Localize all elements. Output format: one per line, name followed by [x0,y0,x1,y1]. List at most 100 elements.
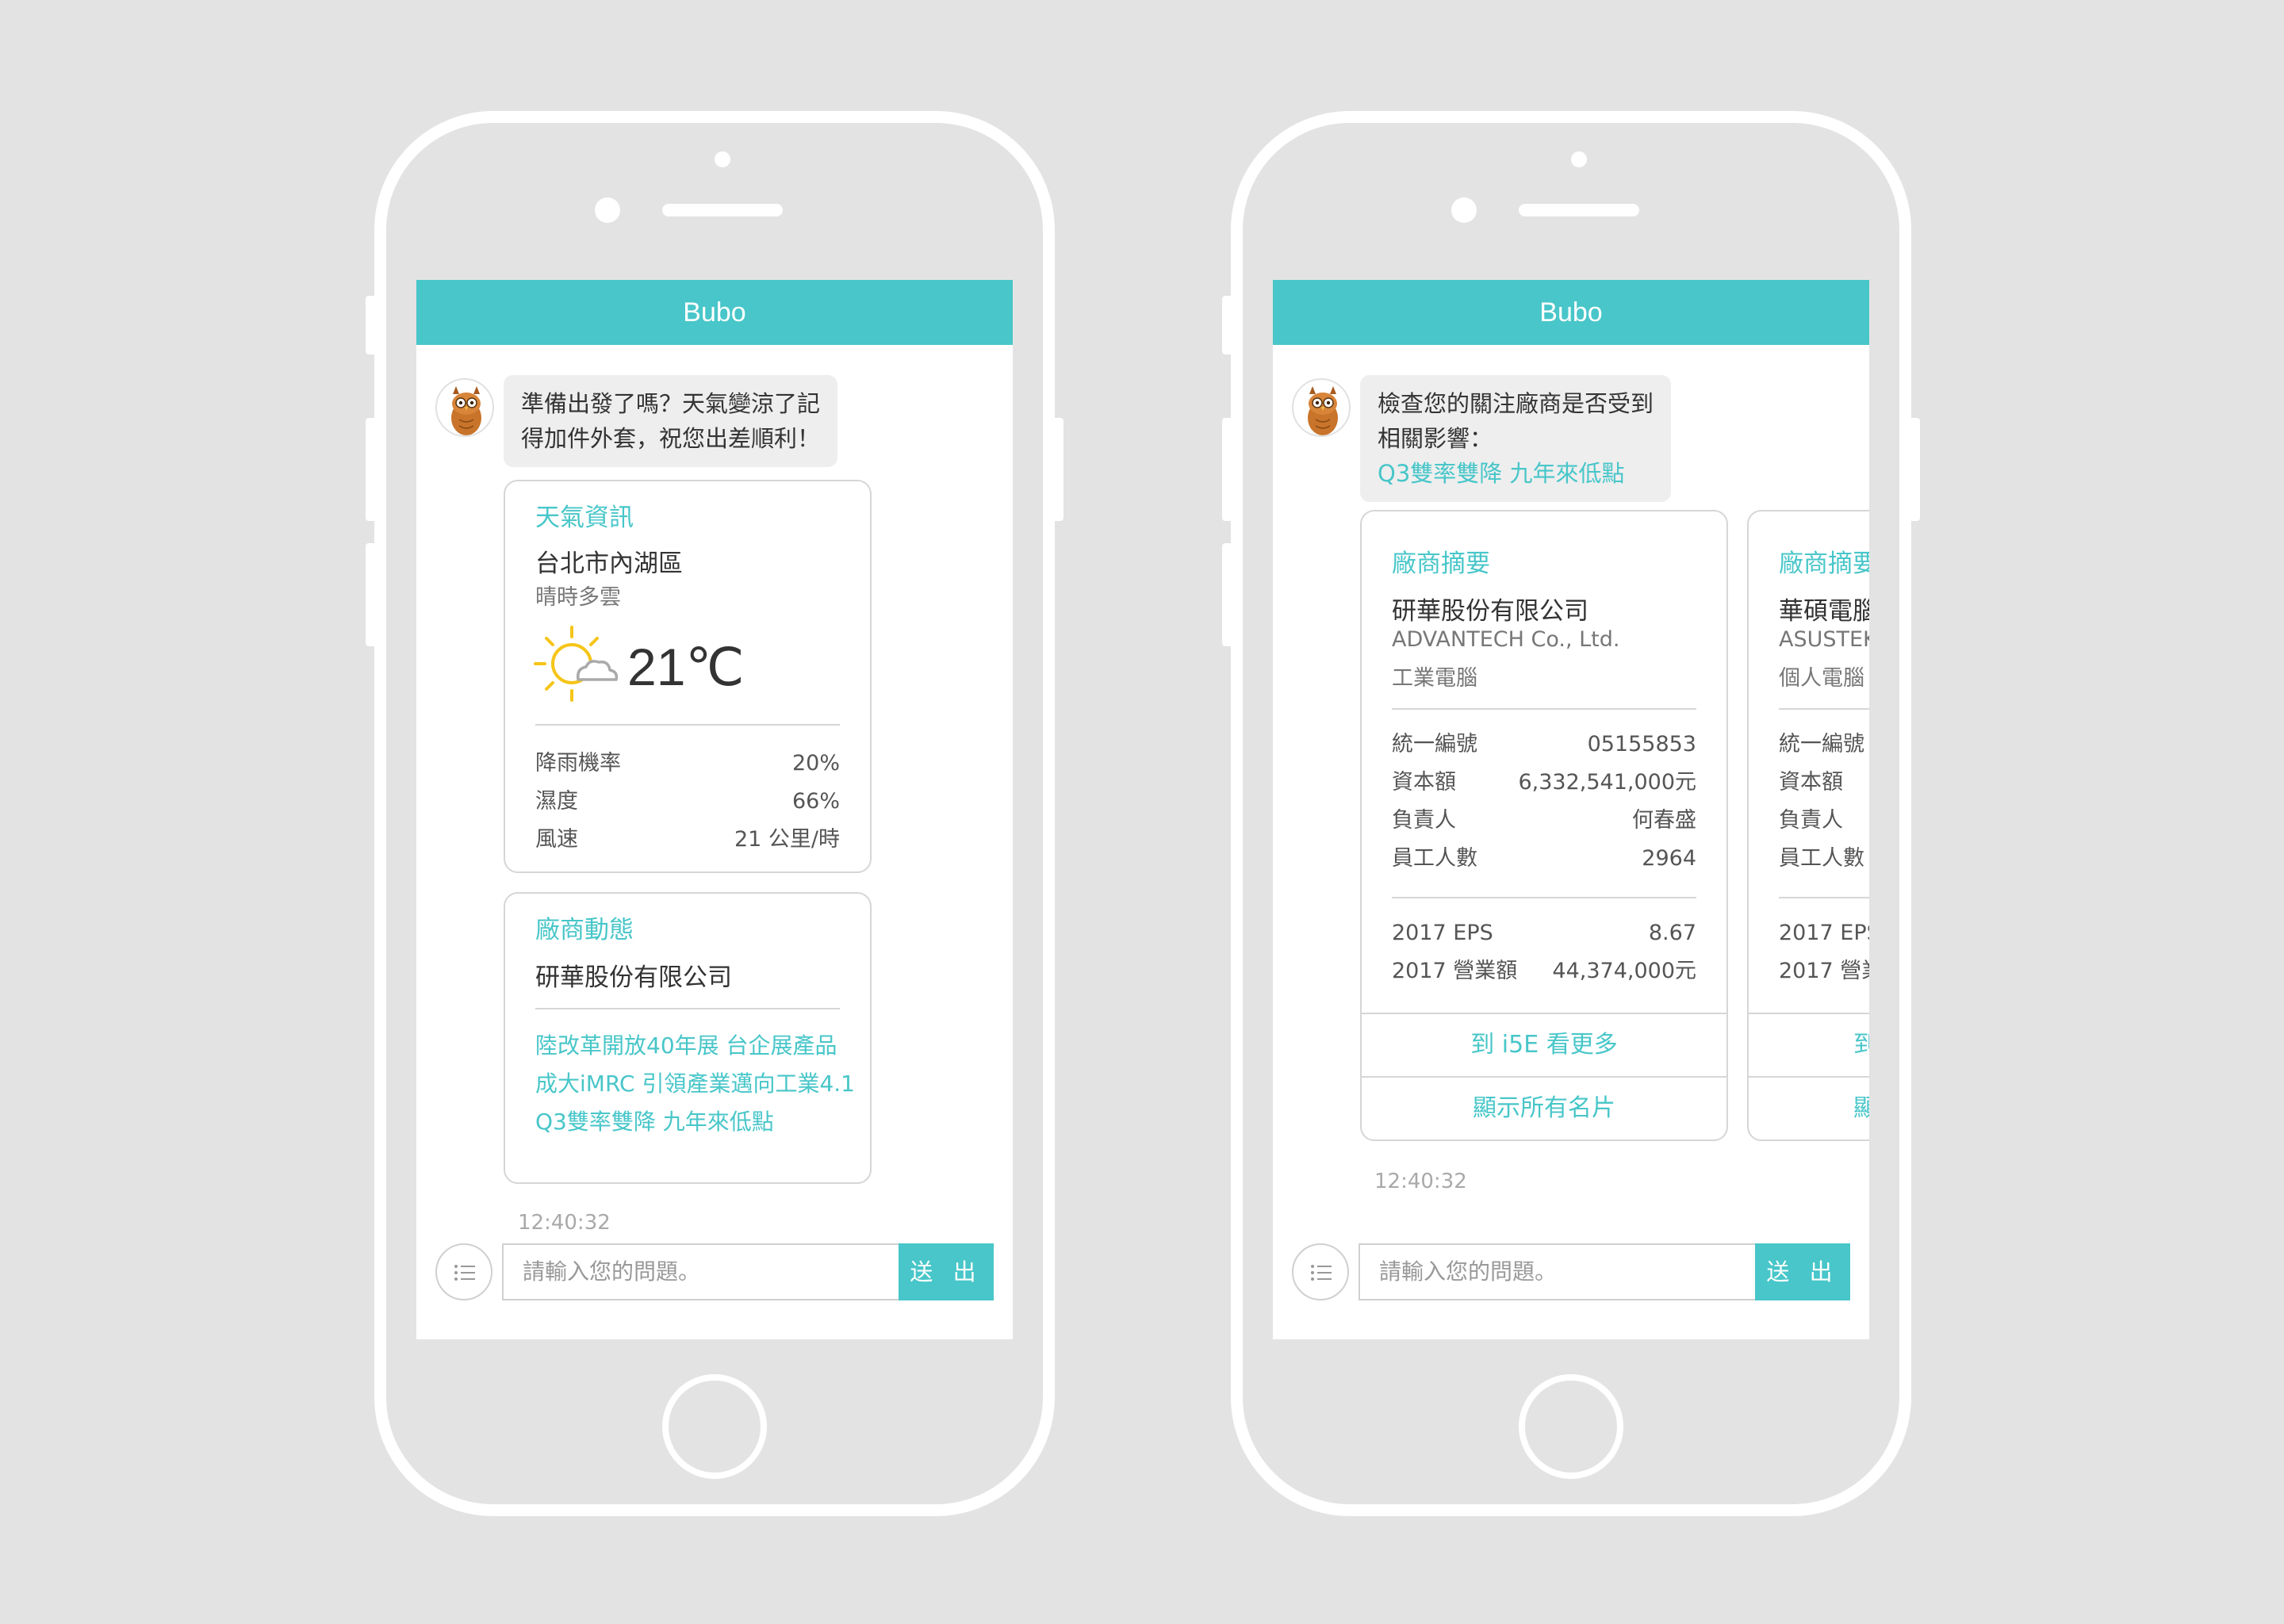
company-info: 統一編號 資本額 負責人 員工人數 [1779,726,1869,878]
question-input[interactable]: 請輸入您的問題。 [502,1243,899,1300]
news-link[interactable]: 陸改革開放40年展 台企展產品 [535,1027,855,1065]
row-value: 20% [791,751,840,776]
question-input[interactable]: 請輸入您的問題。 [1359,1243,1755,1300]
row-value: 05155853 [1587,732,1696,756]
home-button[interactable] [662,1374,767,1479]
list-icon [454,1265,475,1281]
view-more-button[interactable]: 到 [1749,1013,1869,1076]
app-header: Bubo [416,280,1013,345]
row-value: 何春盛 [1632,808,1696,833]
news-link[interactable]: 成大iMRC 引領產業邁向工業4.1 [535,1065,855,1103]
info-row: 負責人 [1779,802,1869,840]
divider [535,724,840,726]
power-button [1052,418,1063,521]
row-label: 2017 EPS [1779,921,1869,945]
message-timestamp: 12:40:32 [518,1211,611,1235]
finance-row: 2017 EPS [1779,914,1869,952]
mute-switch [366,296,377,354]
divider [1392,708,1696,710]
input-bar: 請輸入您的問題。 送 出 [1292,1243,1857,1300]
row-value: 21 公里/時 [734,827,840,852]
company-name: 華碩電腦 [1779,597,1869,626]
bot-avatar-owl-icon [1292,378,1351,437]
weather-details: 降雨機率 20% 濕度 66% 風速 21 公里/時 [535,745,840,859]
volume-up-button [1222,418,1233,521]
news-link[interactable]: Q3雙率雙降 九年來低點 [535,1103,855,1141]
finance-info: 2017 EPS 8.67 2017 營業額 44,374,000元 [1392,914,1696,990]
news-list: 陸改革開放40年展 台企展產品 成大iMRC 引領產業邁向工業4.1 Q3雙率雙… [535,1027,855,1141]
send-button[interactable]: 送 出 [1755,1243,1850,1300]
sun-cloud-icon [532,622,619,710]
company-industry: 個人電腦 [1779,666,1864,691]
weather-location: 台北市內湖區 [535,550,683,578]
company-industry: 工業電腦 [1392,666,1477,691]
row-label: 2017 營業額 [1779,959,1869,983]
weather-card-title: 天氣資訊 [535,504,634,532]
info-row: 員工人數 [1779,840,1869,878]
row-label: 負責人 [1392,808,1456,833]
info-row: 資本額 [1779,764,1869,802]
home-button[interactable] [1519,1374,1623,1479]
card-actions: 到 i5E 看更多 顯示所有名片 [1362,1013,1726,1139]
show-all-cards-button[interactable]: 顯示所有名片 [1362,1076,1726,1139]
bot-message-bubble: 檢查您的關注廠商是否受到 相關影響： Q3雙率雙降 九年來低點 [1360,375,1672,502]
chat-screen: Bubo 檢查您的關注廠商是否受到 相關影響： Q3雙率雙降 九年來低點 廠商摘… [1273,280,1869,1339]
vendor-card-title: 廠商動態 [535,916,634,944]
power-button [1909,418,1920,521]
weather-row: 風速 21 公里/時 [535,821,840,859]
row-label: 2017 營業額 [1392,959,1518,983]
row-value: 44,374,000元 [1552,959,1696,983]
volume-down-button [1222,543,1233,646]
row-label: 2017 EPS [1392,921,1493,945]
menu-list-button[interactable] [435,1243,492,1300]
front-camera [1451,197,1477,223]
view-more-button[interactable]: 到 i5E 看更多 [1362,1013,1726,1076]
earpiece-speaker [1519,204,1639,216]
divider [535,1008,840,1009]
menu-list-button[interactable] [1292,1243,1349,1300]
sensor-dot [1571,151,1587,167]
card-actions: 到 顯 [1749,1013,1869,1139]
message-news-link[interactable]: Q3雙率雙降 九年來低點 [1378,456,1654,491]
info-row: 統一編號 [1779,726,1869,764]
show-all-cards-button[interactable]: 顯 [1749,1076,1869,1139]
finance-row: 2017 EPS 8.67 [1392,914,1696,952]
row-label: 員工人數 [1392,846,1477,871]
row-label: 統一編號 [1392,732,1477,756]
company-info: 統一編號 05155853 資本額 6,332,541,000元 負責人 何春盛… [1392,726,1696,878]
divider [1392,897,1696,898]
input-bar: 請輸入您的問題。 送 出 [435,1243,1000,1300]
phone-frame-left: Bubo 準備出發了嗎？天氣變涼了記 得加件外套，祝您出差順利！ 天氣資訊 台北… [366,111,1063,1516]
volume-up-button [366,418,377,521]
summary-card-title: 廠商摘要 [1392,550,1490,578]
front-camera [595,197,620,223]
vendor-news-card: 廠商動態 研華股份有限公司 陸改革開放40年展 台企展產品 成大iMRC 引領產… [504,892,872,1184]
weather-condition: 晴時多雲 [535,585,621,610]
bot-message-bubble: 準備出發了嗎？天氣變涼了記 得加件外套，祝您出差順利！ [504,375,838,467]
earpiece-speaker [662,204,783,216]
company-name-en: ADVANTECH Co., Ltd. [1392,627,1620,652]
bot-avatar-owl-icon [435,378,494,437]
row-label: 風速 [535,827,578,852]
row-label: 負責人 [1779,808,1843,833]
divider [1779,708,1869,710]
company-name: 研華股份有限公司 [1392,597,1588,626]
row-label: 員工人數 [1779,846,1864,871]
temperature: 21℃ [627,638,745,696]
divider [1779,897,1869,898]
message-line: 得加件外套，祝您出差順利！ [521,425,821,452]
send-button[interactable]: 送 出 [899,1243,994,1300]
weather-card: 天氣資訊 台北市內湖區 晴時多雲 21℃ 降雨機率 20% 濕度 66% 風速 … [504,480,872,873]
message-timestamp: 12:40:32 [1374,1170,1467,1193]
info-row: 員工人數 2964 [1392,840,1696,878]
weather-row: 濕度 66% [535,783,840,821]
sensor-dot [715,151,730,167]
finance-info: 2017 EPS 2017 營業額 [1779,914,1869,990]
info-row: 負責人 何春盛 [1392,802,1696,840]
row-label: 濕度 [535,789,578,814]
info-row: 統一編號 05155853 [1392,726,1696,764]
row-value: 66% [791,789,840,814]
finance-row: 2017 營業額 44,374,000元 [1392,952,1696,990]
message-line: 準備出發了嗎？天氣變涼了記 [521,390,821,417]
row-value: 2964 [1642,846,1696,871]
